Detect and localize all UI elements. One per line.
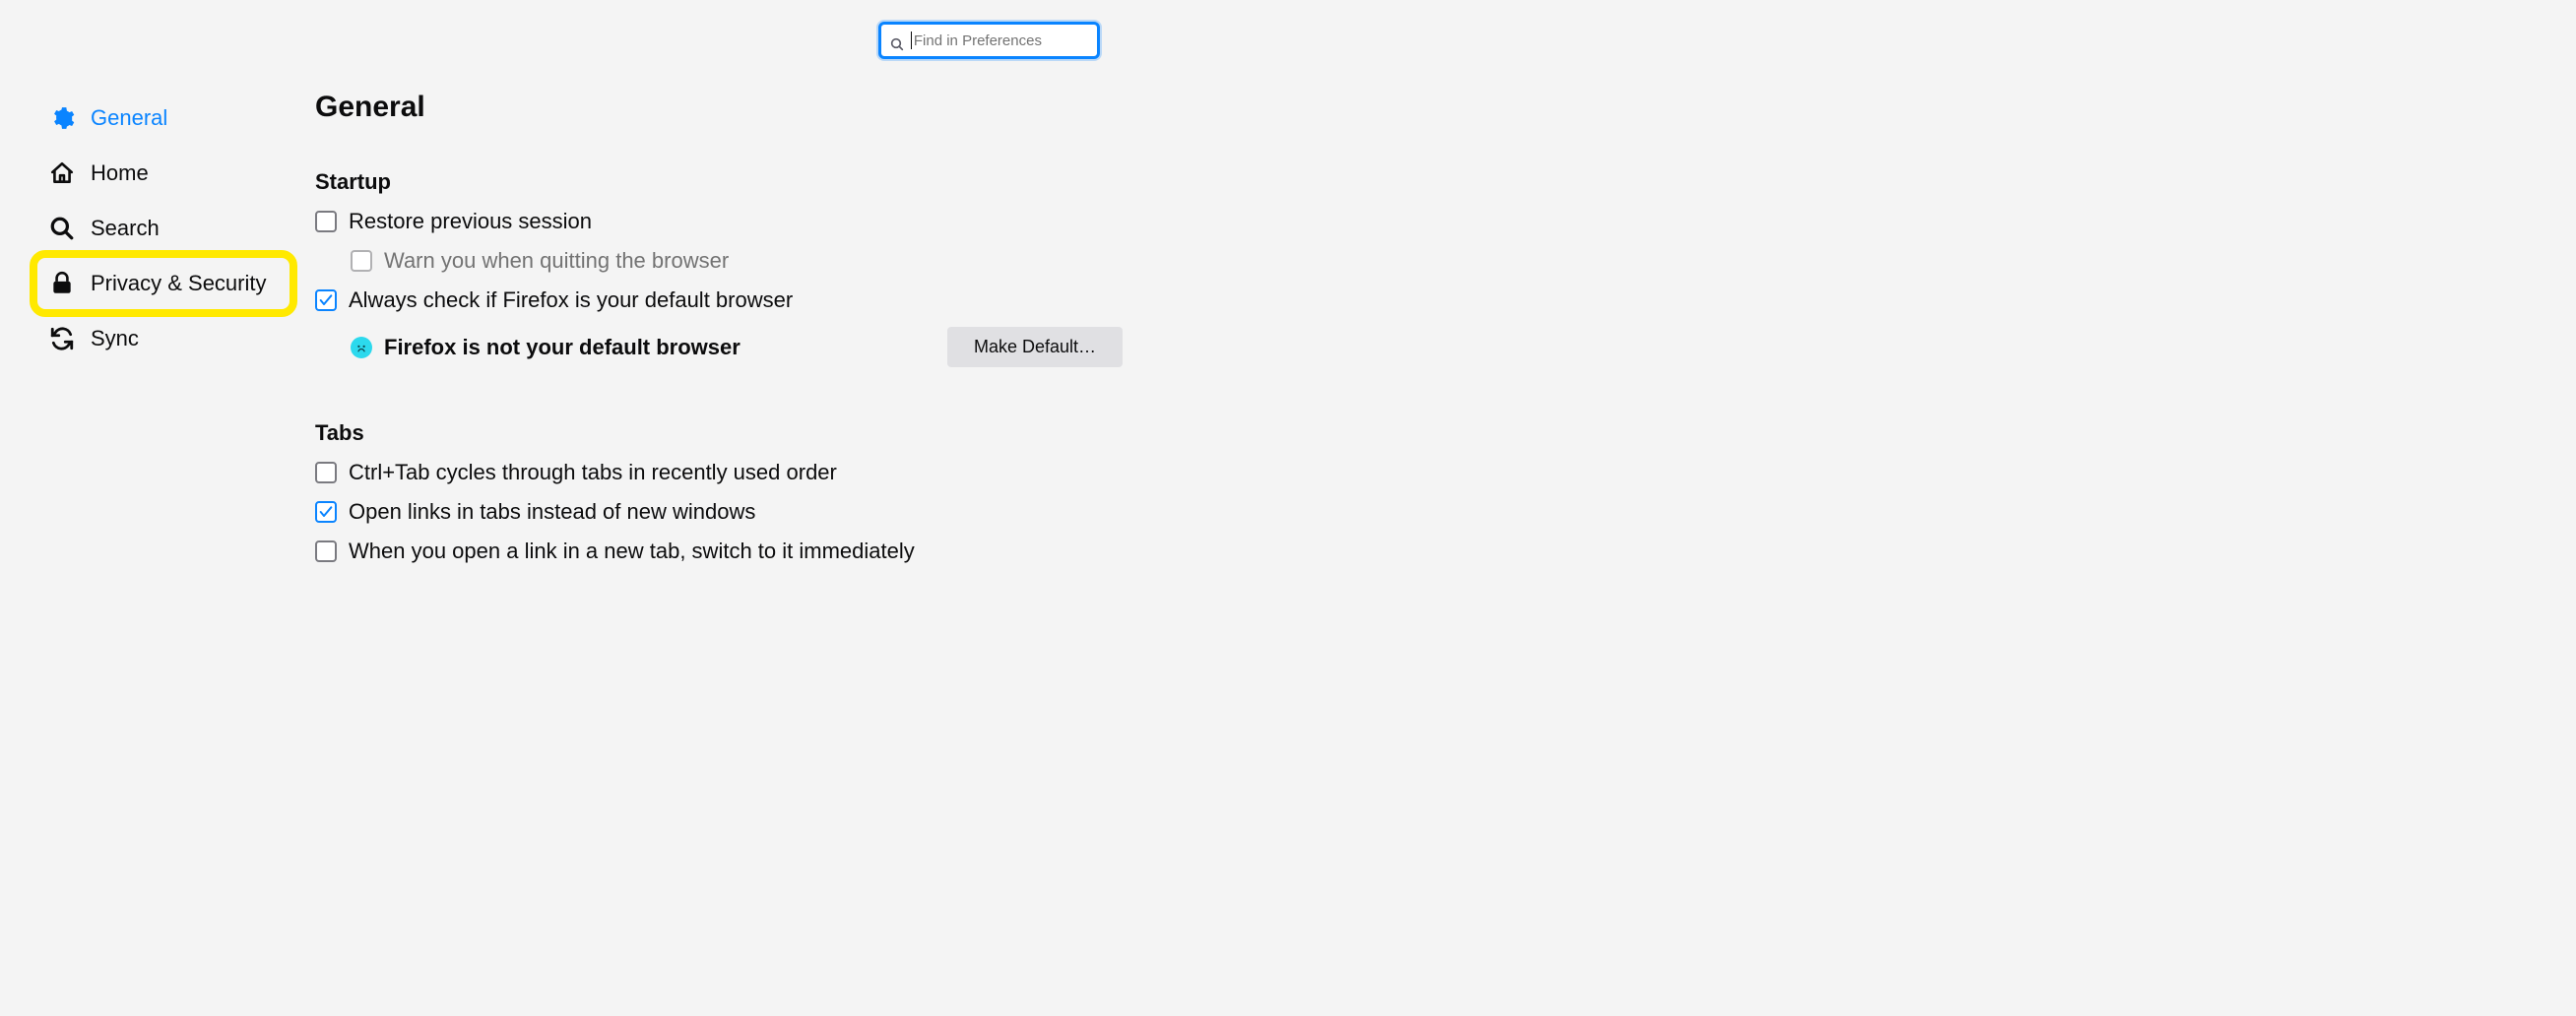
sidebar-item-label: Privacy & Security bbox=[91, 271, 267, 296]
page-title: General bbox=[315, 91, 1123, 124]
checkbox-warn-quitting bbox=[351, 250, 372, 272]
preferences-content: General Startup Restore previous session… bbox=[315, 91, 1123, 617]
option-ctrl-tab[interactable]: Ctrl+Tab cycles through tabs in recently… bbox=[315, 460, 1123, 485]
lock-icon bbox=[49, 271, 75, 296]
text-cursor bbox=[911, 32, 912, 49]
default-browser-status: Firefox is not your default browser bbox=[384, 335, 741, 360]
option-open-links-tabs[interactable]: Open links in tabs instead of new window… bbox=[315, 499, 1123, 525]
sidebar-item-search[interactable]: Search bbox=[35, 201, 291, 256]
sidebar-item-general[interactable]: General bbox=[35, 91, 291, 146]
sidebar-item-sync[interactable]: Sync bbox=[35, 311, 291, 366]
sidebar-item-label: Sync bbox=[91, 326, 139, 351]
tabs-heading: Tabs bbox=[315, 420, 1123, 446]
option-warn-quitting: Warn you when quitting the browser bbox=[351, 248, 1123, 274]
checkbox-restore-previous[interactable] bbox=[315, 211, 337, 232]
sidebar-item-label: General bbox=[91, 105, 167, 131]
option-label: Open links in tabs instead of new window… bbox=[349, 499, 755, 525]
search-icon bbox=[49, 216, 75, 241]
sync-icon bbox=[49, 326, 75, 351]
startup-heading: Startup bbox=[315, 169, 1123, 195]
option-switch-immediately[interactable]: When you open a link in a new tab, switc… bbox=[315, 539, 1123, 564]
checkbox-ctrl-tab[interactable] bbox=[315, 462, 337, 483]
make-default-button[interactable]: Make Default… bbox=[947, 327, 1123, 367]
search-icon bbox=[889, 32, 905, 48]
option-label: Always check if Firefox is your default … bbox=[349, 287, 793, 313]
option-label: Ctrl+Tab cycles through tabs in recently… bbox=[349, 460, 837, 485]
search-input[interactable] bbox=[914, 32, 1089, 49]
checkbox-open-links-tabs[interactable] bbox=[315, 501, 337, 523]
home-icon bbox=[49, 160, 75, 186]
option-label: When you open a link in a new tab, switc… bbox=[349, 539, 915, 564]
option-always-check-default[interactable]: Always check if Firefox is your default … bbox=[315, 287, 1123, 313]
sidebar-item-home[interactable]: Home bbox=[35, 146, 291, 201]
sidebar-item-label: Home bbox=[91, 160, 149, 186]
option-restore-previous-session[interactable]: Restore previous session bbox=[315, 209, 1123, 234]
sidebar-item-label: Search bbox=[91, 216, 160, 241]
sidebar-item-privacy-security[interactable]: Privacy & Security bbox=[35, 256, 291, 311]
tabs-section: Tabs Ctrl+Tab cycles through tabs in rec… bbox=[315, 420, 1123, 564]
sad-face-icon bbox=[351, 337, 372, 358]
preferences-search-field[interactable] bbox=[878, 22, 1100, 59]
startup-section: Startup Restore previous session Warn yo… bbox=[315, 169, 1123, 367]
preferences-sidebar: General Home Search Privacy & Security bbox=[35, 91, 291, 366]
option-label: Warn you when quitting the browser bbox=[384, 248, 729, 274]
checkbox-switch-immediately[interactable] bbox=[315, 540, 337, 562]
default-browser-row: Firefox is not your default browser Make… bbox=[351, 327, 1123, 367]
option-label: Restore previous session bbox=[349, 209, 592, 234]
checkbox-always-check-default[interactable] bbox=[315, 289, 337, 311]
gear-icon bbox=[49, 105, 75, 131]
